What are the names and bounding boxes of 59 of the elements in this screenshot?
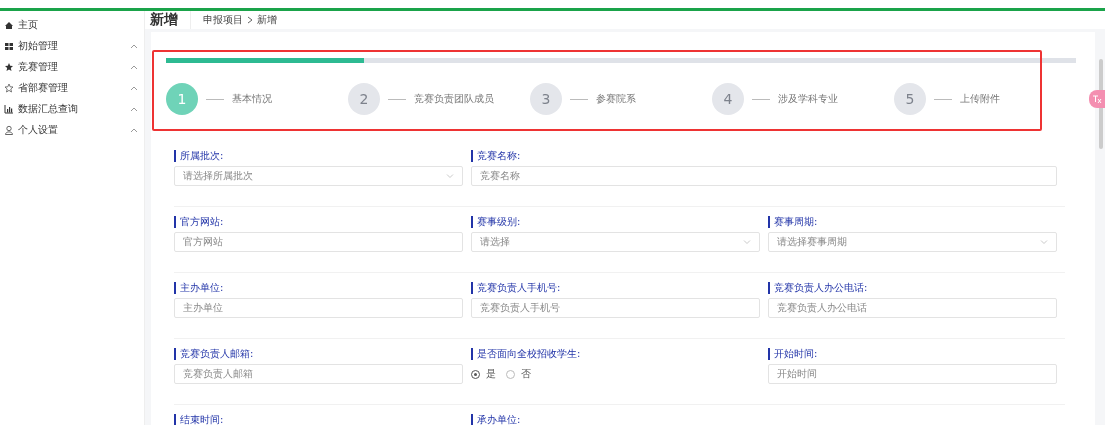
select-field[interactable]: 请选择: [471, 232, 760, 252]
chevron-icon: [130, 105, 138, 112]
page-title: 新增: [150, 11, 191, 29]
step-label: 上传附件: [960, 92, 1000, 106]
chevron-icon: [130, 42, 138, 49]
field-label: 赛事周期:: [768, 216, 818, 228]
star-icon: [4, 82, 14, 93]
chevron-icon: [130, 63, 138, 70]
step-number[interactable]: 5: [894, 83, 926, 115]
field-label: 主办单位:: [174, 282, 224, 294]
field-label: 官方网站:: [174, 216, 224, 228]
field-label: 承办单位:: [471, 414, 521, 425]
radio-label: 是: [486, 367, 496, 381]
sidebar-item[interactable]: 主页: [0, 14, 144, 35]
chevron-icon: [130, 126, 138, 133]
chevron-icon: [247, 16, 253, 24]
grid-icon: [4, 40, 14, 51]
chevron-icon: [743, 239, 751, 245]
breadcrumb-item[interactable]: 申报项目: [203, 13, 243, 27]
field-label: 结束时间:: [174, 414, 224, 425]
input-field[interactable]: 主办单位: [174, 298, 463, 318]
field-label: 竞赛负责人邮箱:: [174, 348, 254, 360]
input-field[interactable]: 竞赛负责人手机号: [471, 298, 760, 318]
field-label: 竞赛负责人手机号:: [471, 282, 561, 294]
chevron-icon: [446, 173, 454, 179]
select-field[interactable]: 请选择所属批次: [174, 166, 463, 186]
input-field[interactable]: 竞赛负责人办公电话: [768, 298, 1057, 318]
chevron-icon: [130, 84, 138, 91]
chevron-icon: [1040, 239, 1048, 245]
step-number[interactable]: 2: [348, 83, 380, 115]
breadcrumb-item: 新增: [257, 13, 277, 27]
step-label: 基本情况: [232, 92, 272, 106]
field-label: 竞赛名称:: [471, 150, 521, 162]
translate-icon[interactable]: [1089, 90, 1105, 108]
step-label: 涉及学科专业: [778, 92, 838, 106]
field-label: 所属批次:: [174, 150, 224, 162]
step-number[interactable]: 4: [712, 83, 744, 115]
input-field[interactable]: 竞赛名称: [471, 166, 1057, 186]
select-field[interactable]: 请选择赛事周期: [768, 232, 1057, 252]
field-label: 开始时间:: [768, 348, 818, 360]
user-icon: [4, 124, 14, 135]
bar-chart-icon: [4, 103, 14, 114]
sidebar-item[interactable]: 个人设置: [0, 119, 144, 140]
field-label: 竞赛负责人办公电话:: [768, 282, 868, 294]
sidebar-item[interactable]: 竞赛管理: [0, 56, 144, 77]
input-field[interactable]: 开始时间: [768, 364, 1057, 384]
input-field[interactable]: 竞赛负责人邮箱: [174, 364, 463, 384]
radio-label: 否: [521, 367, 531, 381]
field-label: 是否面向全校招收学生:: [471, 348, 581, 360]
sidebar-item[interactable]: 数据汇总查询: [0, 98, 144, 119]
step-number[interactable]: 3: [530, 83, 562, 115]
sidebar-item[interactable]: 省部赛管理: [0, 77, 144, 98]
field-label: 赛事级别:: [471, 216, 521, 228]
input-field[interactable]: 官方网站: [174, 232, 463, 252]
step-label: 参赛院系: [596, 92, 636, 106]
sidebar-item[interactable]: 初始管理: [0, 35, 144, 56]
home-icon: [4, 19, 14, 30]
step-label: 竞赛负责团队成员: [414, 92, 494, 106]
star-icon: [4, 61, 14, 72]
